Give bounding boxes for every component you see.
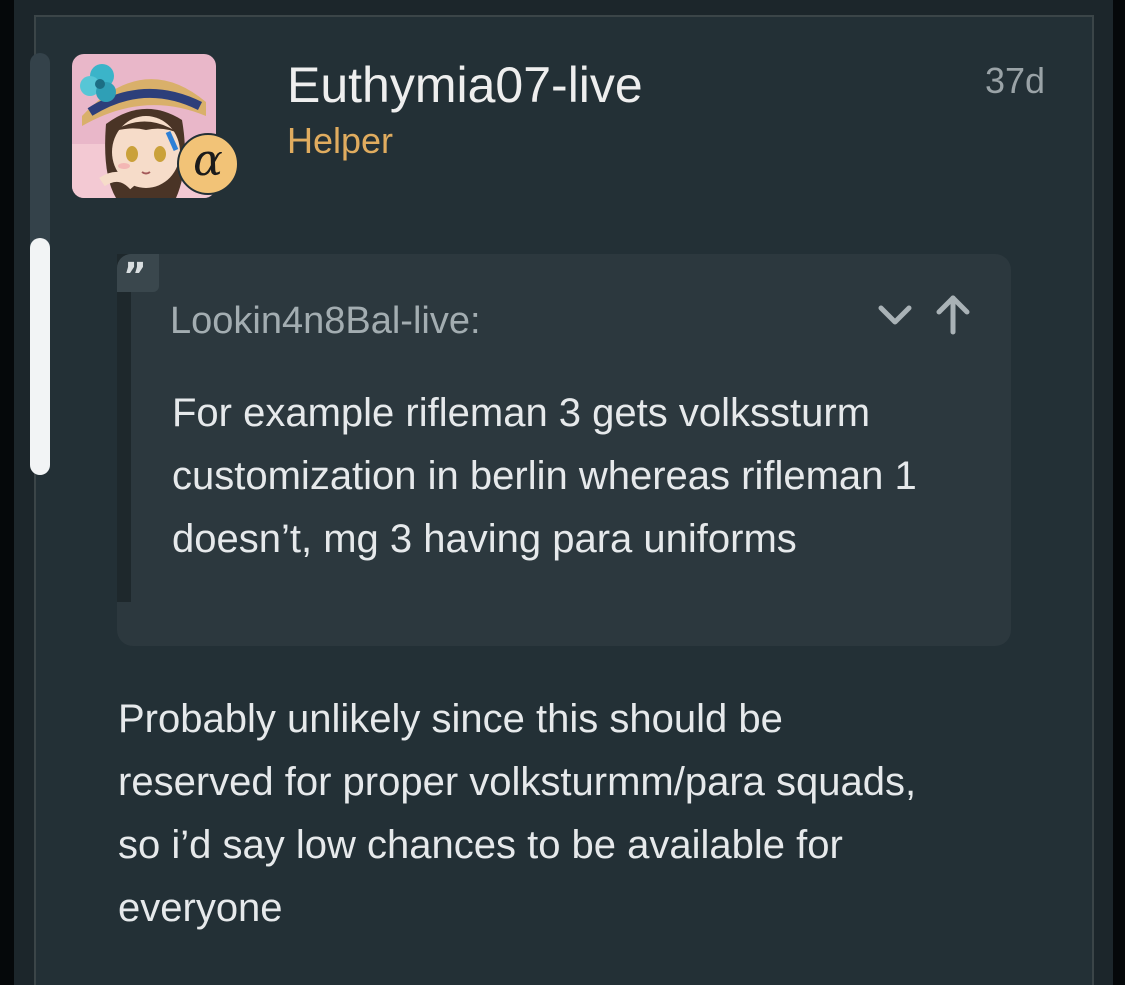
user-title: Helper xyxy=(287,120,394,161)
topic-screen: α Euthymia07-live Helper 37d ” Lookin4n8… xyxy=(0,0,1125,985)
badge-glyph: α xyxy=(193,135,223,186)
group-flair-badge: α xyxy=(177,133,239,195)
quote-text: For example rifleman 3 gets volkssturm c… xyxy=(172,391,917,561)
screen-edge-right xyxy=(1113,0,1125,985)
timeline-scrollbar[interactable] xyxy=(30,53,50,475)
post-body: Probably unlikely since this should be r… xyxy=(118,697,917,930)
quote-mark-icon: ” xyxy=(117,254,159,297)
timeline-scroll-handle[interactable] xyxy=(30,238,50,475)
screen-edge-left xyxy=(0,0,14,985)
svg-text:”: ” xyxy=(123,256,147,292)
chevron-down-icon[interactable] xyxy=(871,290,919,338)
quote-block: ” Lookin4n8Bal-live: For example riflema… xyxy=(117,254,1011,646)
post-username[interactable]: Euthymia07-live xyxy=(287,56,643,114)
arrow-up-icon[interactable] xyxy=(929,290,977,338)
post-age[interactable]: 37d xyxy=(985,60,1045,102)
quote-author[interactable]: Lookin4n8Bal-live: xyxy=(170,300,481,343)
quote-bar xyxy=(117,254,131,602)
